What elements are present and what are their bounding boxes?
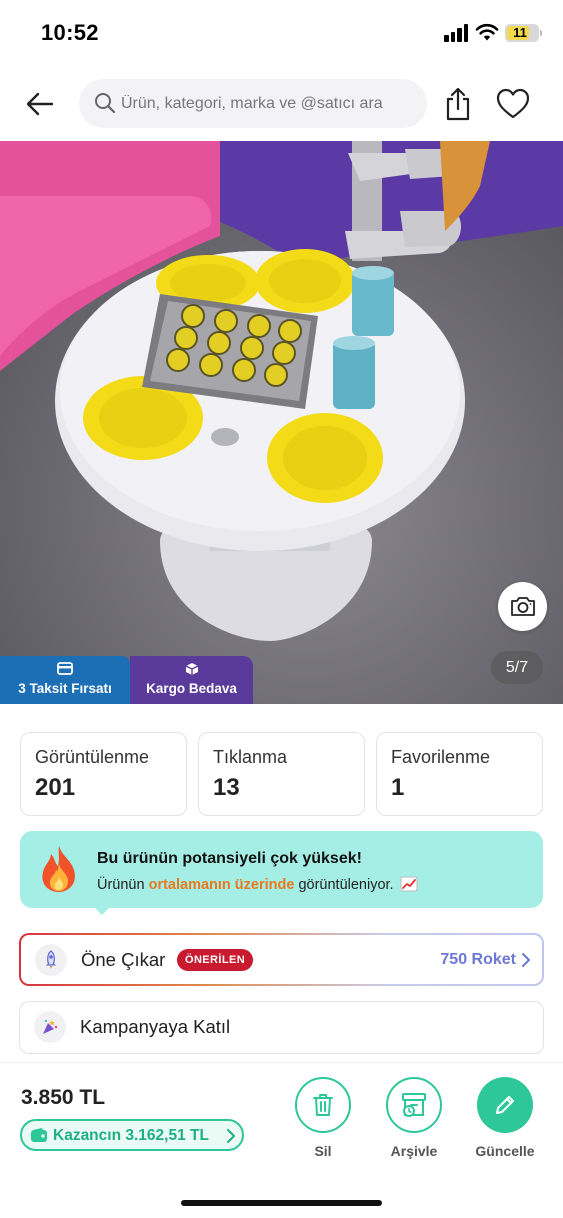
delete-button[interactable] xyxy=(295,1077,351,1133)
search-input[interactable] xyxy=(121,79,421,128)
cellular-signal-icon xyxy=(444,24,470,42)
campaign-icon-wrap xyxy=(34,1011,66,1043)
promo-highlight: ortalamanın üzerinde xyxy=(148,877,295,893)
stat-clicks-label: Tıklanma xyxy=(213,747,288,767)
battery-level: 11 xyxy=(513,25,527,40)
recommended-badge: ÖNERİLEN xyxy=(177,949,254,971)
camera-button[interactable] xyxy=(498,582,547,631)
earnings-text: Kazancın 3.162,51 TL xyxy=(53,1127,209,1144)
roket-price: 750 Roket xyxy=(440,951,516,968)
promo-title: Bu ürünün potansiyeli çok yüksek! xyxy=(97,850,362,867)
trash-icon xyxy=(313,1094,333,1116)
card-icon xyxy=(57,662,73,675)
stat-views-label: Görüntülenme xyxy=(35,747,150,767)
update-label: Güncelle xyxy=(475,1143,535,1159)
stat-favorites-value: 1 xyxy=(391,774,405,801)
camera-icon xyxy=(511,597,535,616)
stat-views-value: 201 xyxy=(35,774,76,801)
box-icon xyxy=(185,663,198,675)
battery-icon: 11 xyxy=(505,24,542,42)
promo-text-before: Ürünün xyxy=(97,877,145,893)
chevron-right-icon xyxy=(227,1129,235,1143)
pencil-icon xyxy=(496,1096,514,1114)
badge-free-shipping-label: Kargo Bedava xyxy=(146,681,237,696)
campaign-icon xyxy=(43,1019,58,1034)
heart-icon[interactable] xyxy=(496,88,530,120)
battery-cap xyxy=(540,30,542,36)
stat-clicks-value: 13 xyxy=(213,774,240,801)
join-campaign-label: Kampanyaya Katıl xyxy=(80,1016,231,1037)
image-counter: 5/7 xyxy=(491,651,543,684)
header xyxy=(0,66,563,141)
chart-up-icon xyxy=(400,876,418,892)
archive-icon xyxy=(402,1093,426,1117)
stat-views-card: Görüntülenme 201 xyxy=(20,732,187,816)
stat-favorites-label: Favorilenme xyxy=(391,747,491,767)
chevron-right-icon xyxy=(522,953,530,967)
product-photo xyxy=(0,141,563,704)
rocket-icon-wrap xyxy=(35,944,67,976)
feature-product-label: Öne Çıkar xyxy=(81,949,166,970)
stat-clicks-card: Tıklanma 13 xyxy=(198,732,365,816)
delete-label: Sil xyxy=(314,1143,332,1159)
status-bar: 10:52 11 xyxy=(0,0,563,66)
badge-installment-label: 3 Taksit Fırsatı xyxy=(18,681,112,696)
earnings-pill[interactable]: Kazancın 3.162,51 TL xyxy=(20,1119,244,1151)
status-time: 10:52 xyxy=(41,20,99,45)
fire-icon xyxy=(42,846,75,892)
wifi-icon xyxy=(475,23,499,41)
wallet-icon xyxy=(31,1128,47,1142)
archive-button[interactable] xyxy=(386,1077,442,1133)
home-indicator xyxy=(181,1200,382,1206)
badge-free-shipping: Kargo Bedava xyxy=(130,656,253,704)
update-button[interactable] xyxy=(477,1077,533,1133)
potential-banner: Bu ürünün potansiyeli çok yüksek! Ürünün… xyxy=(20,831,543,908)
promo-tail xyxy=(93,906,111,915)
archive-label: Arşivle xyxy=(390,1143,438,1159)
search-icon xyxy=(95,93,116,114)
product-price: 3.850 TL xyxy=(21,1086,106,1109)
stat-favorites-card: Favorilenme 1 xyxy=(376,732,543,816)
promo-text: Ürünün ortalamanın üzerinde görüntüleniy… xyxy=(97,876,418,893)
back-arrow-icon[interactable] xyxy=(24,88,56,120)
rocket-icon xyxy=(46,950,56,969)
join-campaign-button[interactable]: Kampanyaya Katıl xyxy=(19,1001,544,1054)
search-bar[interactable] xyxy=(79,79,427,128)
share-icon[interactable] xyxy=(443,86,473,122)
promo-text-after: görüntüleniyor. xyxy=(298,877,394,893)
badge-installment: 3 Taksit Fırsatı xyxy=(0,656,130,704)
bottom-action-bar: 3.850 TL Kazancın 3.162,51 TL Sil Arşivl… xyxy=(0,1062,563,1218)
product-image[interactable]: 5/7 3 Taksit Fırsatı Kargo Bedava xyxy=(0,141,563,704)
feature-product-button[interactable]: Öne Çıkar ÖNERİLEN 750 Roket xyxy=(19,933,544,986)
